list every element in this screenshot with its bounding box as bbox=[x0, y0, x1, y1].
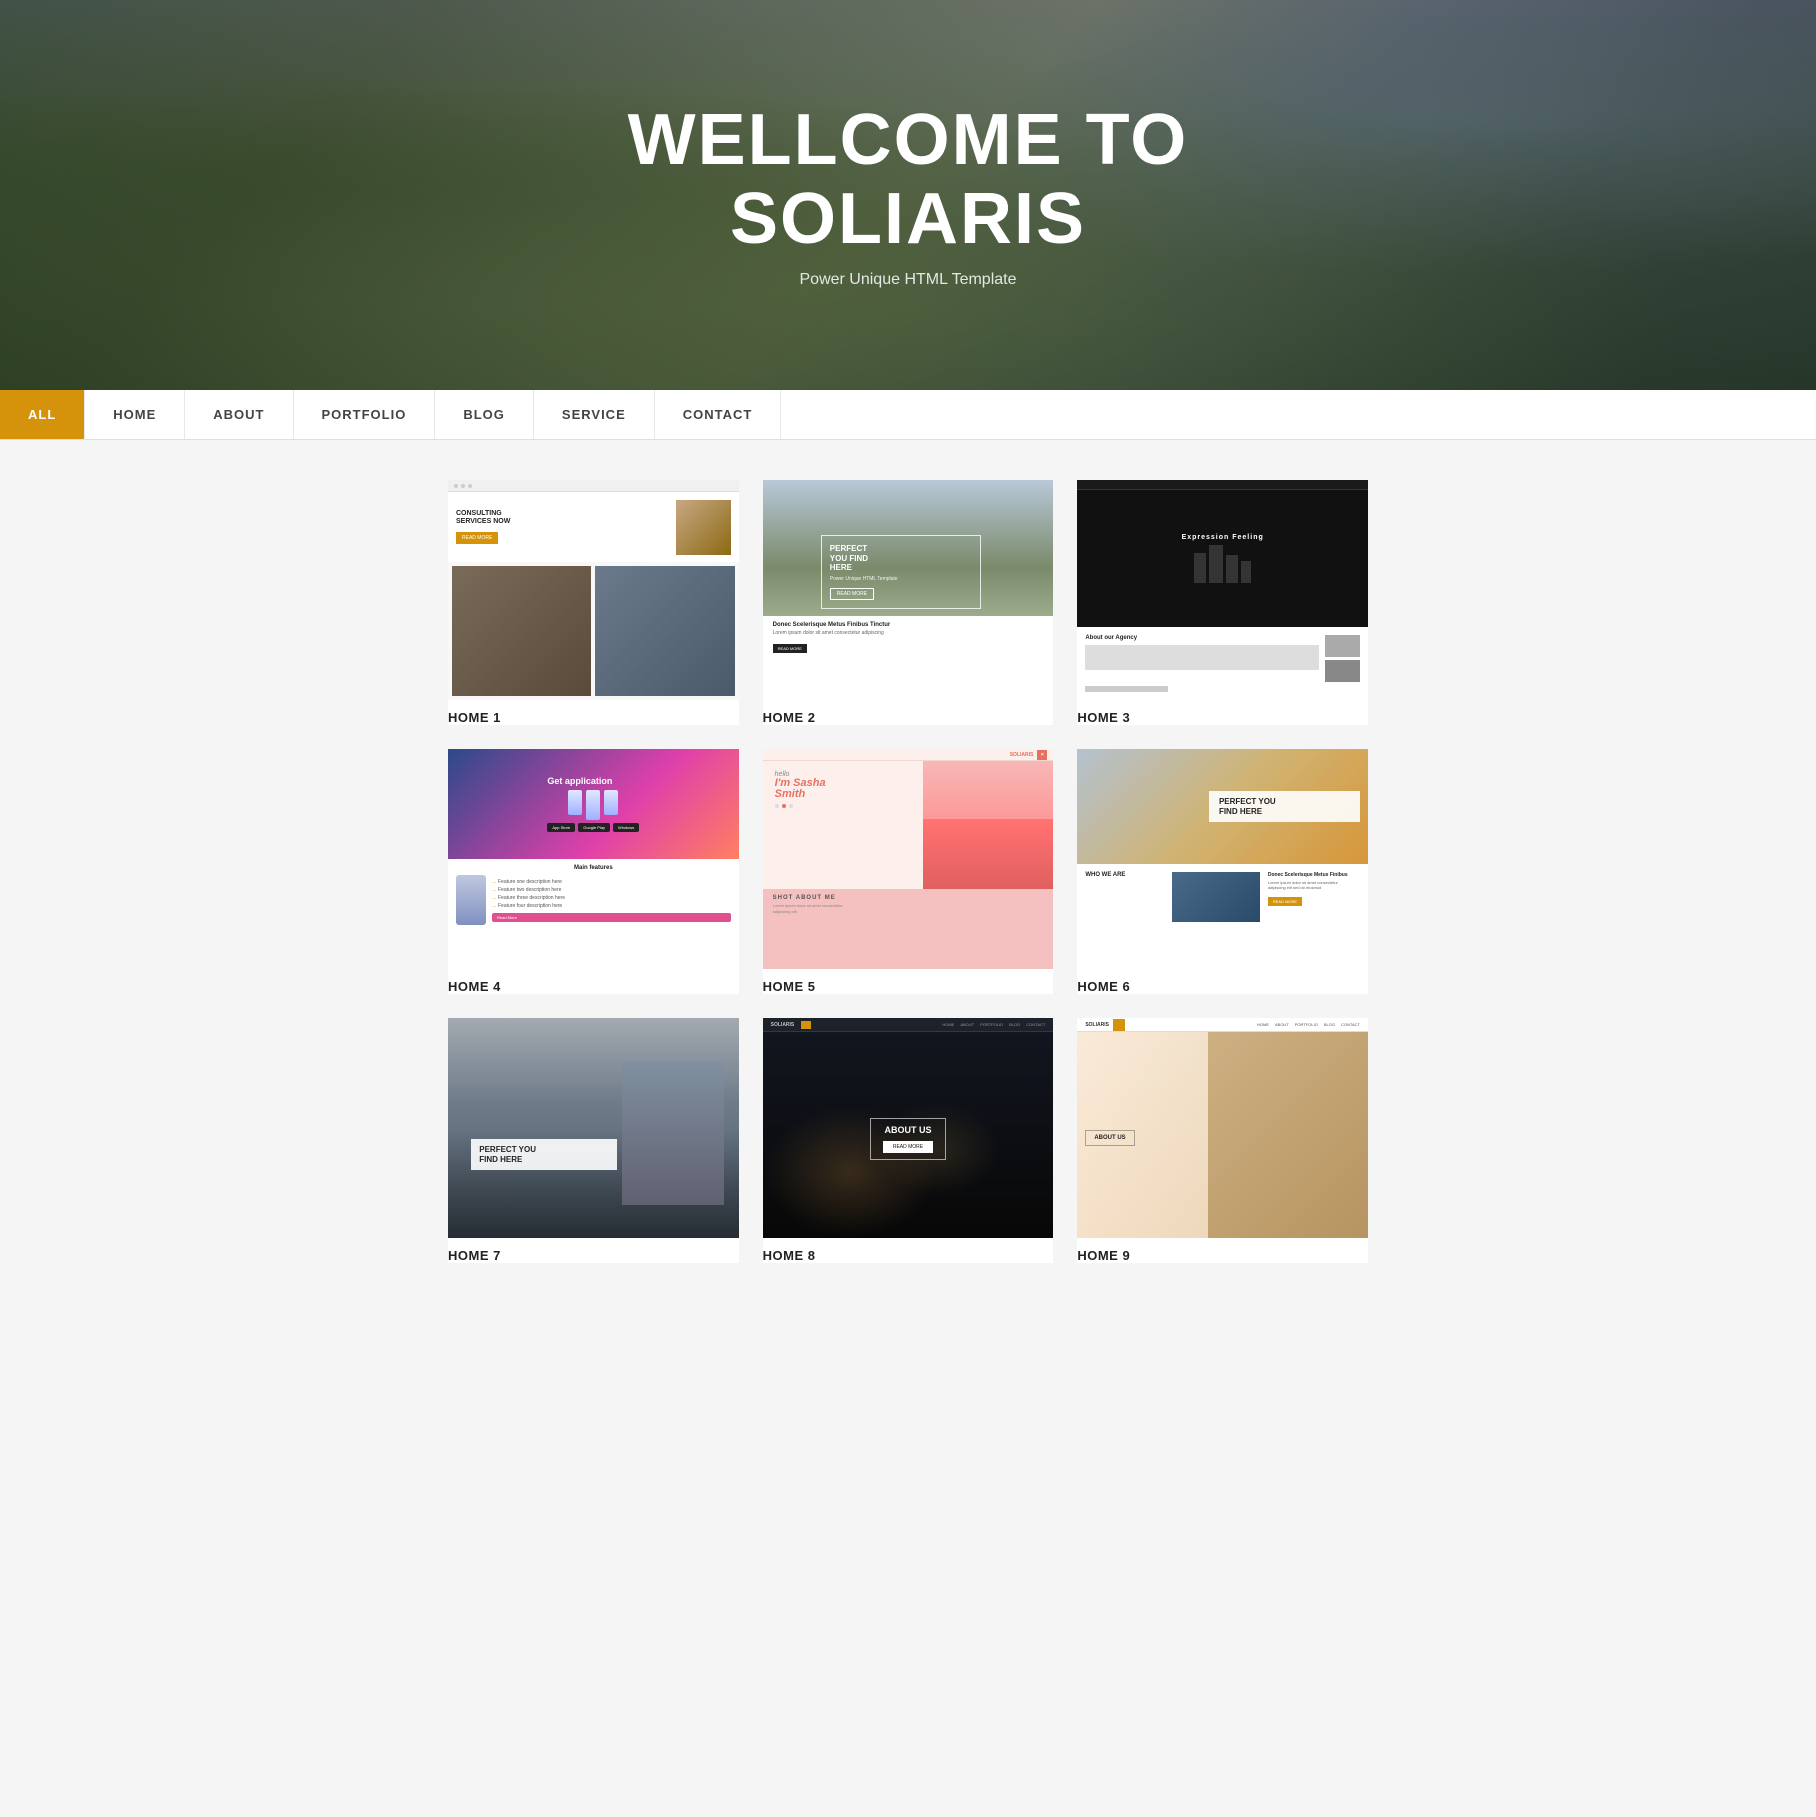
card-label-home3: HOME 3 bbox=[1077, 710, 1368, 725]
thumb-home8: SOLIARIS HOME ABOUT PORTFOLIO BLOG CONTA… bbox=[763, 1018, 1054, 1238]
card-label-home1: HOME 1 bbox=[448, 710, 739, 725]
card-label-home7: HOME 7 bbox=[448, 1248, 739, 1263]
card-home2[interactable]: PERFECTYOU FINDHERE Power Unique HTML Te… bbox=[763, 480, 1054, 725]
thumb-home6: PERFECT YOUFIND HERE WHO WE ARE Donec Sc… bbox=[1077, 749, 1368, 969]
thumb-home5: SOLIARIS ✕ hello I'm SashaSmith bbox=[763, 749, 1054, 969]
card-home8[interactable]: SOLIARIS HOME ABOUT PORTFOLIO BLOG CONTA… bbox=[763, 1018, 1054, 1263]
nav-item-service[interactable]: SERVICE bbox=[534, 390, 655, 439]
nav-item-contact[interactable]: CONTACT bbox=[655, 390, 782, 439]
nav-item-home[interactable]: HOME bbox=[85, 390, 185, 439]
thumb-home3: Expression Feeling Abou bbox=[1077, 480, 1368, 700]
card-label-home4: HOME 4 bbox=[448, 979, 739, 994]
card-home5[interactable]: SOLIARIS ✕ hello I'm SashaSmith bbox=[763, 749, 1054, 994]
card-home1[interactable]: CONSULTINGSERVICES NOW READ MORE HOME 1 bbox=[448, 480, 739, 725]
card-label-home5: HOME 5 bbox=[763, 979, 1054, 994]
card-home7[interactable]: PERFECT YOUFIND HERE HOME 7 bbox=[448, 1018, 739, 1263]
card-home4[interactable]: Get application App Store Google Play Wi… bbox=[448, 749, 739, 994]
hero-title: WELLCOME TO SOLIARIS bbox=[628, 101, 1189, 259]
nav-item-about[interactable]: ABOUT bbox=[185, 390, 293, 439]
nav-item-blog[interactable]: BLOG bbox=[435, 390, 534, 439]
thumb-home1: CONSULTINGSERVICES NOW READ MORE bbox=[448, 480, 739, 700]
template-grid: CONSULTINGSERVICES NOW READ MORE HOME 1 bbox=[448, 480, 1368, 1263]
card-home3[interactable]: Expression Feeling Abou bbox=[1077, 480, 1368, 725]
card-home6[interactable]: PERFECT YOUFIND HERE WHO WE ARE Donec Sc… bbox=[1077, 749, 1368, 994]
thumb-home9: SOLIARIS HOME ABOUT PORTFOLIO BLOG CONTA… bbox=[1077, 1018, 1368, 1238]
hero-subtitle: Power Unique HTML Template bbox=[800, 271, 1017, 289]
nav-item-portfolio[interactable]: PORTFOLIO bbox=[294, 390, 436, 439]
content-area: CONSULTINGSERVICES NOW READ MORE HOME 1 bbox=[428, 480, 1388, 1263]
card-label-home6: HOME 6 bbox=[1077, 979, 1368, 994]
filter-nav: ALL HOME ABOUT PORTFOLIO BLOG SERVICE CO… bbox=[0, 390, 1816, 440]
card-label-home8: HOME 8 bbox=[763, 1248, 1054, 1263]
card-label-home9: HOME 9 bbox=[1077, 1248, 1368, 1263]
nav-item-all[interactable]: ALL bbox=[0, 390, 85, 439]
thumb-home4: Get application App Store Google Play Wi… bbox=[448, 749, 739, 969]
hero-section: WELLCOME TO SOLIARIS Power Unique HTML T… bbox=[0, 0, 1816, 390]
card-home9[interactable]: SOLIARIS HOME ABOUT PORTFOLIO BLOG CONTA… bbox=[1077, 1018, 1368, 1263]
thumb-home2: PERFECTYOU FINDHERE Power Unique HTML Te… bbox=[763, 480, 1054, 700]
card-label-home2: HOME 2 bbox=[763, 710, 1054, 725]
thumb-home7: PERFECT YOUFIND HERE bbox=[448, 1018, 739, 1238]
